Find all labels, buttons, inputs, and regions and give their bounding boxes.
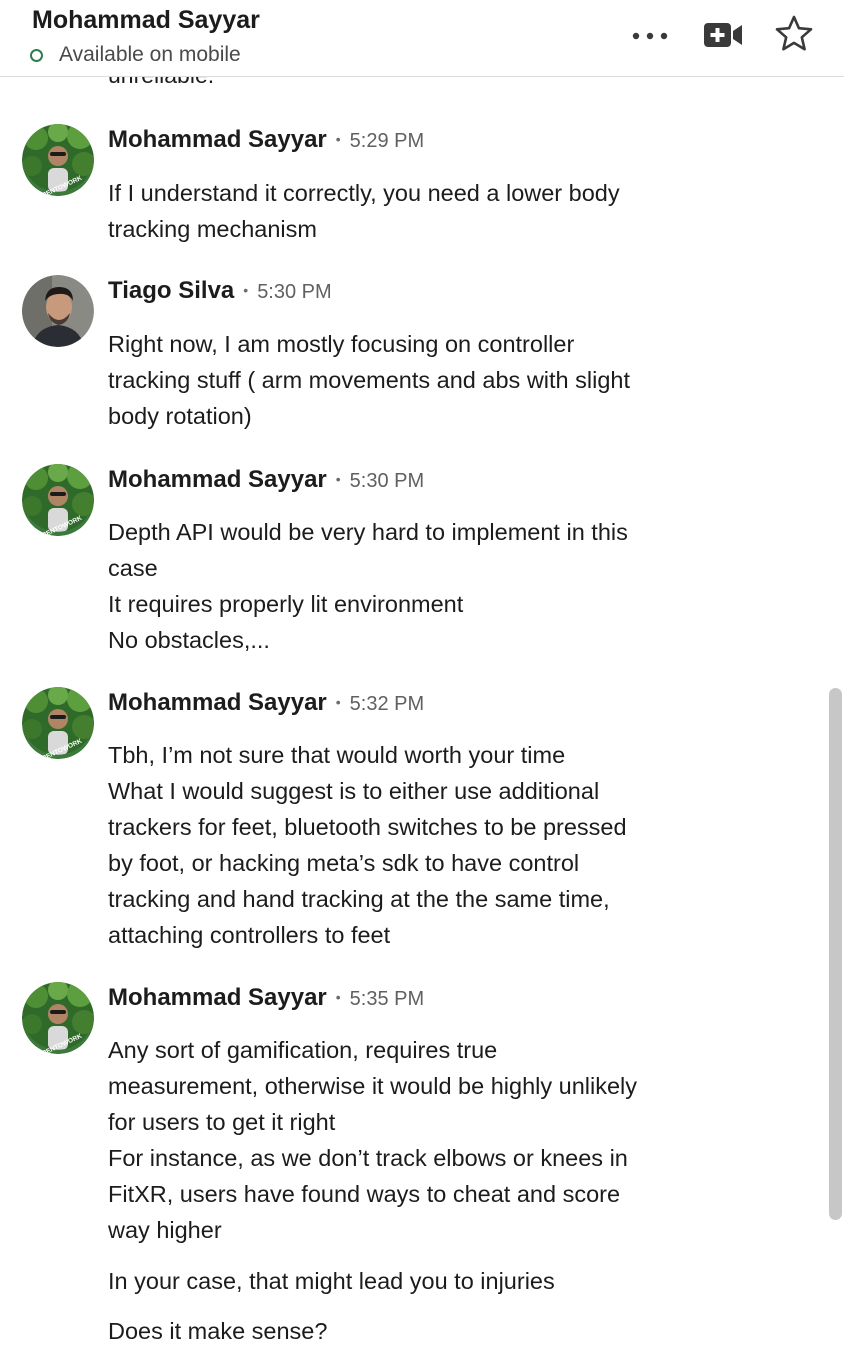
sender-name[interactable]: Mohammad Sayyar [108,689,327,717]
avatar[interactable]: OPENTOWORK [22,982,94,1054]
avatar[interactable]: OPENTOWORK [22,124,94,196]
message-timestamp[interactable]: 5:30 PM [350,470,424,493]
message-header: Mohammad Sayyar • 5:30 PM [108,466,424,494]
message-text-line: way higher [108,1217,222,1243]
message-text-line: Any sort of gamification, requires true [108,1037,498,1063]
sender-name[interactable]: Mohammad Sayyar [108,126,327,154]
message-text-line: trackers for feet, bluetooth switches to… [108,814,627,840]
message-text-line: for users to get it right [108,1109,336,1135]
message-header: Tiago Silva • 5:30 PM [108,277,332,305]
conversation-header: Mohammad Sayyar Available on mobile [0,0,844,77]
message-header: Mohammad Sayyar • 5:29 PM [108,126,424,154]
message-text-line: No obstacles,... [108,627,270,653]
more-icon[interactable] [630,26,670,51]
scrollbar-thumb[interactable] [829,688,842,1220]
presence-status-text: Available on mobile [59,43,241,66]
message-text-line: If I understand it correctly, you need a… [108,180,620,206]
message-timestamp[interactable]: 5:32 PM [350,693,424,716]
partial-message-line: unreliable. [108,76,214,89]
avatar[interactable] [22,275,94,347]
message-text-line: Depth API would be very hard to implemen… [108,519,628,545]
message-text-line: It requires properly lit environment [108,591,464,617]
sender-name[interactable]: Tiago Silva [108,277,234,305]
message-text-line: FitXR, users have found ways to cheat an… [108,1181,621,1207]
avatar[interactable]: OPENTOWORK [22,464,94,536]
separator-dot: • [335,471,341,487]
message-text-line: case [108,555,158,581]
message-text-line: Tbh, I’m not sure that would worth your … [108,742,566,768]
star-icon[interactable] [774,14,814,59]
message-text-line: In your case, that might lead you to inj… [108,1268,555,1294]
message-text-line: measurement, otherwise it would be highl… [108,1073,638,1099]
sender-name[interactable]: Mohammad Sayyar [108,984,327,1012]
message-text-line: Does it make sense? [108,1318,328,1344]
presence-dot-icon [30,48,43,62]
video-add-icon[interactable] [702,20,744,55]
separator-dot: • [243,282,249,298]
message-text-line: Right now, I am mostly focusing on contr… [108,331,575,357]
message-text-line: tracking mechanism [108,216,317,242]
message-text-line: What I would suggest is to either use ad… [108,778,600,804]
message-text-line: attaching controllers to feet [108,922,391,948]
separator-dot: • [335,694,341,710]
message-header: Mohammad Sayyar • 5:35 PM [108,984,424,1012]
message-text-line: by foot, or hacking meta’s sdk to have c… [108,850,580,876]
contact-name[interactable]: Mohammad Sayyar [32,6,260,35]
message-timestamp[interactable]: 5:35 PM [350,988,424,1011]
message-text-line: tracking stuff ( arm movements and abs w… [108,367,631,393]
sender-name[interactable]: Mohammad Sayyar [108,466,327,494]
message-timestamp[interactable]: 5:30 PM [257,281,331,304]
message-text-line: body rotation) [108,403,252,429]
presence-status: Available on mobile [30,43,241,67]
separator-dot: • [335,131,341,147]
message-text-line: tracking and hand tracking at the the sa… [108,886,610,912]
message-header: Mohammad Sayyar • 5:32 PM [108,689,424,717]
message-timestamp[interactable]: 5:29 PM [350,130,424,153]
avatar[interactable]: OPENTOWORK [22,687,94,759]
message-list[interactable]: unreliable. OPENTOWORK Mohammad Sayyar • 5… [0,76,823,1356]
message-text-line: For instance, as we don’t track elbows o… [108,1145,628,1171]
separator-dot: • [335,989,341,1005]
